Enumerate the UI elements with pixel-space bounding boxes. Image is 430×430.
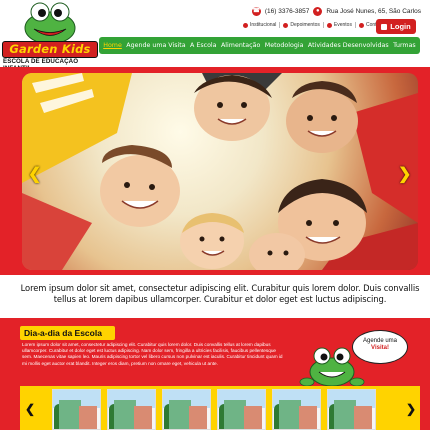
hero-photo bbox=[22, 73, 418, 270]
bullet-icon bbox=[283, 22, 289, 28]
nav-turmas[interactable]: Turmas bbox=[393, 42, 416, 49]
daily-title: Dia-a-dia da Escola bbox=[20, 326, 115, 340]
gallery-strip: ❮ ❯ bbox=[20, 386, 420, 430]
toplink-depoimentos[interactable]: Depoimentos bbox=[280, 22, 324, 28]
gallery-thumb[interactable] bbox=[272, 389, 321, 430]
contact-info: ☎ (16) 3376-3857 ● Rua José Nunes, 65, S… bbox=[251, 7, 421, 16]
daily-section: Dia-a-dia da Escola Lorem ipsum dolor si… bbox=[0, 318, 430, 430]
nav-alimentacao[interactable]: Alimentação bbox=[221, 42, 260, 49]
frog-logo-icon bbox=[24, 2, 76, 45]
brand-name: Garden Kids bbox=[2, 41, 98, 58]
gallery-thumb[interactable] bbox=[52, 389, 101, 430]
bubble-line2: Visita! bbox=[371, 345, 389, 351]
phone-icon: ☎ bbox=[251, 7, 261, 16]
hero-banner: ❮ ❯ bbox=[0, 67, 430, 275]
daily-text: Lorem ipsum dolor sit amet, consectetur … bbox=[22, 342, 283, 366]
children-circle-image bbox=[22, 73, 418, 270]
gallery-thumb[interactable] bbox=[327, 389, 376, 430]
bullet-icon bbox=[326, 22, 332, 28]
gallery-prev-arrow[interactable]: ❮ bbox=[25, 402, 35, 416]
nav-agende-visita[interactable]: Agende uma Visita bbox=[126, 42, 185, 49]
nav-atividades[interactable]: Atividades Desenvolvidas bbox=[308, 42, 389, 49]
schedule-visit-bubble[interactable]: Agende uma Visita! bbox=[352, 330, 408, 364]
top-links: Institucional Depoimentos Eventos Contat… bbox=[240, 22, 386, 28]
bullet-icon bbox=[358, 22, 364, 28]
toplink-institucional[interactable]: Institucional bbox=[240, 22, 281, 28]
gallery-next-arrow[interactable]: ❯ bbox=[406, 402, 416, 416]
main-nav: Home Agende uma Visita A Escola Alimenta… bbox=[99, 37, 420, 54]
nav-home[interactable]: Home bbox=[103, 42, 122, 49]
gallery-thumb[interactable] bbox=[217, 389, 266, 430]
bullet-icon bbox=[243, 22, 248, 28]
intro-text: Lorem ipsum dolor sit amet, consectetur … bbox=[20, 283, 420, 304]
login-label: Login bbox=[390, 22, 411, 31]
login-button[interactable]: Login bbox=[376, 19, 416, 34]
banner-prev-arrow[interactable]: ❮ bbox=[28, 164, 41, 184]
banner-next-arrow[interactable]: ❯ bbox=[398, 164, 411, 184]
gallery-thumb[interactable] bbox=[162, 389, 211, 430]
nav-a-escola[interactable]: A Escola bbox=[190, 42, 217, 49]
location-pin-icon: ● bbox=[313, 7, 323, 16]
phone-number: (16) 3376-3857 bbox=[264, 8, 310, 15]
toplink-eventos[interactable]: Eventos bbox=[324, 22, 356, 28]
address-text: Rua José Nunes, 65, São Carlos bbox=[326, 8, 421, 15]
bubble-line1: Agende uma bbox=[362, 338, 398, 344]
nav-metodologia[interactable]: Metodologia bbox=[265, 42, 304, 49]
gallery-thumb[interactable] bbox=[107, 389, 156, 430]
lock-icon bbox=[381, 23, 388, 30]
logo[interactable]: Garden Kids ESCOLA DE EDUCAÇÃO INFANTIL bbox=[0, 0, 100, 72]
